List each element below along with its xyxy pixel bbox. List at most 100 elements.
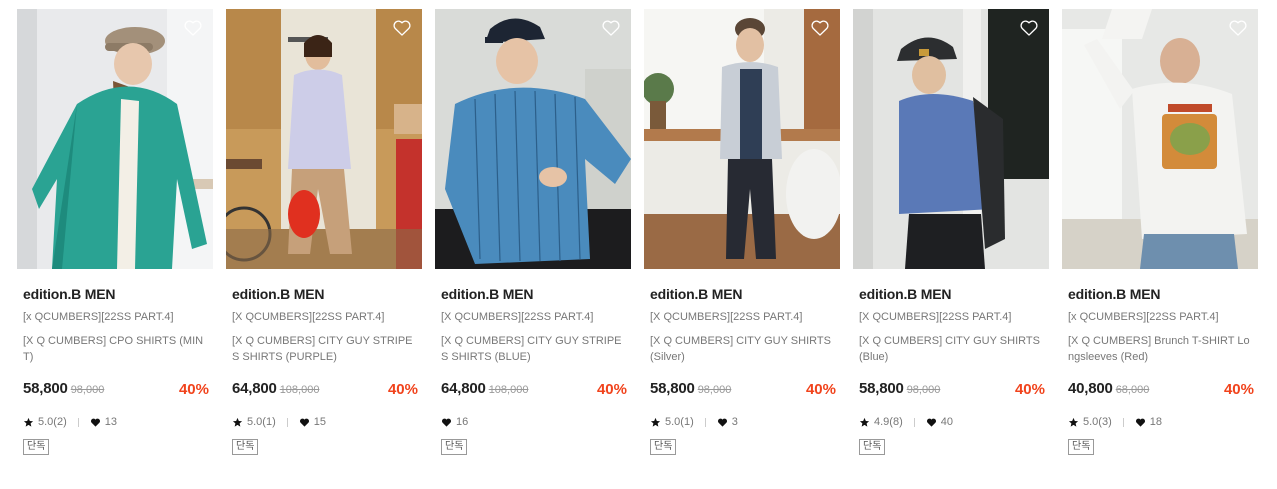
sale-price: 58,800 bbox=[23, 380, 68, 397]
product-photo bbox=[17, 9, 213, 269]
meta-row: 5.0(3) 18 bbox=[1068, 414, 1254, 430]
heart-outline-icon bbox=[1020, 20, 1038, 36]
product-image[interactable] bbox=[435, 9, 631, 269]
divider bbox=[913, 417, 915, 427]
meta-row: 4.9(8) 40 bbox=[859, 414, 1045, 430]
exclusive-badge: 단독 bbox=[23, 439, 50, 455]
original-price: 68,000 bbox=[1115, 384, 1150, 396]
rating-value: 4.9(8) bbox=[874, 416, 903, 428]
like-count: 16 bbox=[456, 416, 469, 428]
like-count: 15 bbox=[313, 416, 326, 428]
meta-row: 5.0(2) 13 bbox=[23, 414, 209, 430]
collection-label: [X QCUMBERS][22SS PART.4] bbox=[859, 311, 1012, 323]
rating-value: 5.0(2) bbox=[38, 416, 67, 428]
exclusive-badge: 단독 bbox=[441, 439, 468, 455]
wishlist-button[interactable] bbox=[600, 17, 622, 39]
heart-outline-icon bbox=[1229, 20, 1247, 36]
product-image[interactable] bbox=[17, 9, 213, 269]
product-name[interactable]: [X Q CUMBERS] Brunch T-SHIRT Longsleeves… bbox=[1068, 333, 1254, 365]
heart-outline-icon bbox=[184, 20, 202, 36]
heart-outline-icon bbox=[602, 20, 620, 36]
heart-filled-icon bbox=[717, 418, 727, 427]
like-count: 18 bbox=[1149, 416, 1162, 428]
product-info: edition.B MEN [X QCUMBERS][22SS PART.4] … bbox=[853, 286, 1049, 455]
exclusive-badge: 단독 bbox=[859, 439, 886, 455]
like-count: 40 bbox=[940, 416, 953, 428]
product-name[interactable]: [X Q CUMBERS] CITY GUY STRIPES SHIRTS (B… bbox=[441, 333, 627, 365]
price-row: 58,800 98,000 40% bbox=[859, 380, 1045, 400]
wishlist-button[interactable] bbox=[809, 17, 831, 39]
divider bbox=[77, 417, 79, 427]
product-name[interactable]: [X Q CUMBERS] CITY GUY SHIRTS (Blue) bbox=[859, 333, 1045, 365]
brand-name[interactable]: edition.B MEN bbox=[859, 286, 1045, 302]
product-card[interactable]: edition.B MEN [X QCUMBERS][22SS PART.4] … bbox=[435, 9, 631, 455]
heart-outline-icon bbox=[393, 20, 411, 36]
divider bbox=[1122, 417, 1124, 427]
original-price: 108,000 bbox=[279, 384, 320, 396]
discount-rate: 40% bbox=[178, 381, 209, 398]
original-price: 98,000 bbox=[70, 384, 105, 396]
wishlist-button[interactable] bbox=[182, 17, 204, 39]
meta-row: 5.0(1) 15 bbox=[232, 414, 418, 430]
wishlist-button[interactable] bbox=[1018, 17, 1040, 39]
exclusive-badge: 단독 bbox=[650, 439, 677, 455]
divider bbox=[704, 417, 706, 427]
product-card[interactable]: edition.B MEN [X QCUMBERS][22SS PART.4] … bbox=[853, 9, 1049, 455]
product-info: edition.B MEN [X QCUMBERS][22SS PART.4] … bbox=[435, 286, 631, 455]
product-info: edition.B MEN [x QCUMBERS][22SS PART.4] … bbox=[1062, 286, 1258, 455]
sale-price: 64,800 bbox=[232, 380, 277, 397]
sale-price: 58,800 bbox=[859, 380, 904, 397]
brand-name[interactable]: edition.B MEN bbox=[441, 286, 627, 302]
product-name[interactable]: [X Q CUMBERS] CITY GUY SHIRTS (Silver) bbox=[650, 333, 836, 365]
brand-name[interactable]: edition.B MEN bbox=[23, 286, 209, 302]
discount-rate: 40% bbox=[596, 381, 627, 398]
collection-label: [x QCUMBERS][22SS PART.4] bbox=[1068, 311, 1219, 323]
brand-name[interactable]: edition.B MEN bbox=[232, 286, 418, 302]
price-row: 64,800 108,000 40% bbox=[232, 380, 418, 400]
original-price: 98,000 bbox=[697, 384, 732, 396]
heart-filled-icon bbox=[299, 418, 309, 427]
product-info: edition.B MEN [x QCUMBERS][22SS PART.4] … bbox=[17, 286, 213, 455]
sale-price: 64,800 bbox=[441, 380, 486, 397]
star-icon bbox=[650, 417, 661, 427]
product-image[interactable] bbox=[1062, 9, 1258, 269]
product-info: edition.B MEN [X QCUMBERS][22SS PART.4] … bbox=[644, 286, 840, 455]
collection-label: [X QCUMBERS][22SS PART.4] bbox=[232, 311, 385, 323]
product-card[interactable]: edition.B MEN [X QCUMBERS][22SS PART.4] … bbox=[644, 9, 840, 455]
heart-filled-icon bbox=[1135, 418, 1145, 427]
wishlist-button[interactable] bbox=[391, 17, 413, 39]
discount-rate: 40% bbox=[1223, 381, 1254, 398]
product-name[interactable]: [X Q CUMBERS] CITY GUY STRIPES SHIRTS (P… bbox=[232, 333, 418, 365]
product-card[interactable]: edition.B MEN [X QCUMBERS][22SS PART.4] … bbox=[226, 9, 422, 455]
heart-filled-icon bbox=[441, 418, 452, 427]
price-row: 64,800 108,000 40% bbox=[441, 380, 627, 400]
product-photo bbox=[435, 9, 631, 269]
meta-row: 5.0(1) 3 bbox=[650, 414, 836, 430]
brand-name[interactable]: edition.B MEN bbox=[650, 286, 836, 302]
meta-row: 16 bbox=[441, 414, 627, 430]
original-price: 108,000 bbox=[488, 384, 529, 396]
product-image[interactable] bbox=[226, 9, 422, 269]
product-photo bbox=[1062, 9, 1258, 269]
star-icon bbox=[1068, 417, 1079, 427]
discount-rate: 40% bbox=[387, 381, 418, 398]
collection-label: [X QCUMBERS][22SS PART.4] bbox=[441, 311, 594, 323]
product-grid: edition.B MEN [x QCUMBERS][22SS PART.4] … bbox=[0, 0, 1277, 489]
price-row: 40,800 68,000 40% bbox=[1068, 380, 1254, 400]
star-icon bbox=[859, 417, 870, 427]
wishlist-button[interactable] bbox=[1227, 17, 1249, 39]
brand-name[interactable]: edition.B MEN bbox=[1068, 286, 1254, 302]
product-photo bbox=[226, 9, 422, 269]
product-name[interactable]: [X Q CUMBERS] CPO SHIRTS (MINT) bbox=[23, 333, 209, 365]
collection-label: [X QCUMBERS][22SS PART.4] bbox=[650, 311, 803, 323]
rating-value: 5.0(1) bbox=[665, 416, 694, 428]
like-count: 13 bbox=[104, 416, 117, 428]
discount-rate: 40% bbox=[805, 381, 836, 398]
product-card[interactable]: edition.B MEN [x QCUMBERS][22SS PART.4] … bbox=[1062, 9, 1258, 455]
product-card[interactable]: edition.B MEN [x QCUMBERS][22SS PART.4] … bbox=[17, 9, 213, 455]
product-image[interactable] bbox=[853, 9, 1049, 269]
collection-label: [x QCUMBERS][22SS PART.4] bbox=[23, 311, 174, 323]
discount-rate: 40% bbox=[1014, 381, 1045, 398]
product-image[interactable] bbox=[644, 9, 840, 269]
exclusive-badge: 단독 bbox=[1068, 439, 1095, 455]
